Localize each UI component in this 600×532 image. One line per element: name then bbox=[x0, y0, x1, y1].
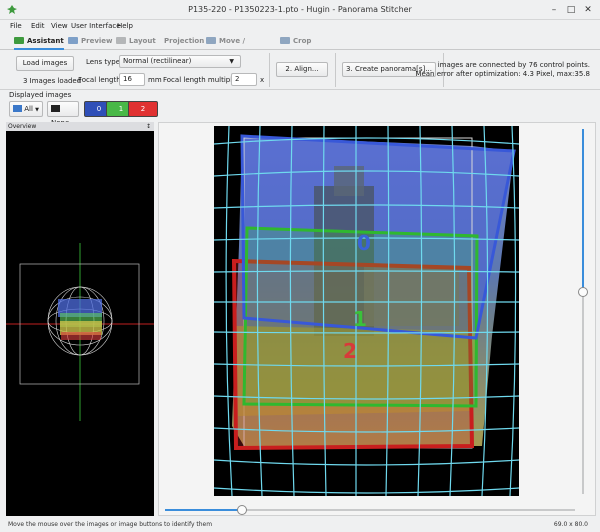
menu-edit[interactable]: Edit bbox=[31, 22, 45, 30]
minimize-button[interactable]: – bbox=[548, 4, 560, 16]
image-label-1: 1 bbox=[353, 307, 367, 331]
tab-projection-label: Projection bbox=[164, 37, 205, 45]
lens-type-value: Normal (rectilinear) bbox=[123, 57, 192, 65]
pin-icon[interactable]: ↕ bbox=[146, 122, 151, 131]
preview-area: 0 1 2 bbox=[158, 122, 596, 516]
tab-assistant-label: Assistant bbox=[27, 37, 64, 45]
horizontal-zoom-slider[interactable] bbox=[165, 505, 575, 515]
tab-preview-label: Preview bbox=[81, 37, 113, 45]
slider-handle[interactable] bbox=[578, 287, 588, 297]
focal-length-multiplier-input[interactable]: 2 bbox=[231, 73, 257, 86]
crop-icon bbox=[280, 37, 290, 44]
no-images-icon bbox=[51, 105, 60, 112]
window-title: P135-220 - P1350223-1.pto - Hugin - Pano… bbox=[188, 5, 412, 14]
title-bar: P135-220 - P1350223-1.pto - Hugin - Pano… bbox=[0, 0, 600, 20]
assistant-icon bbox=[14, 37, 24, 44]
overview-panel[interactable] bbox=[6, 131, 154, 516]
overview-header: Overview ↕ bbox=[6, 122, 154, 131]
tab-crop-label: Crop bbox=[293, 37, 312, 45]
tab-layout[interactable]: Layout bbox=[116, 33, 158, 50]
vertical-zoom-slider[interactable] bbox=[578, 129, 588, 494]
lens-type-select[interactable]: Normal (rectilinear) ▼ bbox=[119, 55, 241, 68]
field-of-view-readout: 69.0 x 80.0 bbox=[553, 521, 588, 528]
tab-move-drag[interactable]: Move / Drag bbox=[206, 33, 262, 62]
layout-icon bbox=[116, 37, 126, 44]
preview-icon bbox=[68, 37, 78, 44]
menu-help[interactable]: Help bbox=[117, 22, 133, 30]
show-all-button[interactable]: All ▼ bbox=[9, 101, 43, 117]
image-label-0: 0 bbox=[357, 231, 371, 255]
panorama-canvas: 0 1 2 bbox=[214, 126, 519, 496]
overview-title: Overview bbox=[8, 123, 37, 130]
focal-length-input[interactable]: 16 bbox=[119, 73, 145, 86]
load-images-button[interactable]: Load images bbox=[16, 56, 74, 71]
multiplier-unit: x bbox=[260, 76, 265, 84]
image-toggle-2[interactable]: 2 bbox=[128, 101, 158, 117]
chevron-down-icon: ▼ bbox=[229, 58, 234, 65]
control-points-status: images are connected by 76 control point… bbox=[437, 61, 590, 69]
status-hint: Move the mouse over the images or image … bbox=[8, 521, 213, 528]
show-none-button[interactable]: None bbox=[47, 101, 79, 127]
optimization-error-status: Mean error after optimization: 4.3 Pixel… bbox=[415, 70, 590, 78]
status-bar: Move the mouse over the images or image … bbox=[0, 519, 600, 532]
menu-bar: File Edit View User Interface Help bbox=[0, 20, 600, 33]
tab-projection[interactable]: Projection bbox=[164, 33, 205, 50]
all-images-icon bbox=[13, 105, 22, 112]
displayed-images-bar: Displayed images All ▼ None 0 1 2 bbox=[0, 90, 600, 127]
tab-bar: Assistant Preview Layout Projection Move… bbox=[0, 33, 600, 62]
divider bbox=[269, 53, 270, 87]
maximize-button[interactable]: □ bbox=[565, 4, 577, 16]
move-drag-icon bbox=[206, 37, 216, 44]
image-label-2: 2 bbox=[343, 339, 357, 363]
align-button[interactable]: 2. Align... bbox=[276, 62, 328, 77]
focal-length-unit: mm bbox=[148, 76, 162, 84]
focal-length-label: Focal length: bbox=[78, 76, 124, 84]
menu-view[interactable]: View bbox=[51, 22, 68, 30]
displayed-images-label: Displayed images bbox=[9, 91, 72, 99]
tab-layout-label: Layout bbox=[129, 37, 156, 45]
close-button[interactable]: ✕ bbox=[582, 4, 594, 16]
tab-preview[interactable]: Preview bbox=[68, 33, 114, 50]
show-all-label: All bbox=[24, 105, 33, 113]
tab-crop[interactable]: Crop bbox=[280, 33, 312, 50]
panorama-preview[interactable]: 0 1 2 bbox=[214, 126, 519, 496]
chevron-down-icon: ▼ bbox=[35, 107, 40, 113]
menu-user-interface[interactable]: User Interface bbox=[71, 22, 121, 30]
assistant-panel: Load images 3 Images loaded Lens type: N… bbox=[0, 50, 600, 90]
divider bbox=[335, 53, 336, 87]
images-loaded-label: 3 Images loaded bbox=[23, 77, 82, 85]
menu-file[interactable]: File bbox=[10, 22, 22, 30]
slider-handle[interactable] bbox=[237, 505, 247, 515]
lens-type-label: Lens type: bbox=[86, 58, 123, 66]
overview-sphere bbox=[6, 243, 154, 421]
tab-assistant[interactable]: Assistant bbox=[14, 33, 64, 50]
